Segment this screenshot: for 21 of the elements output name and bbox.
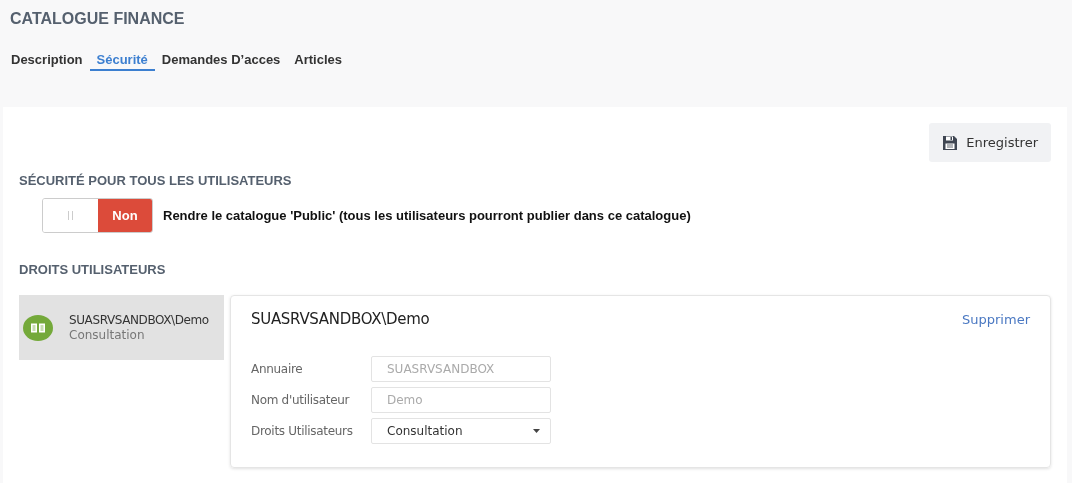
- field-label: Annuaire: [251, 362, 304, 376]
- tab[interactable]: Demandes D’acces: [154, 49, 288, 71]
- rights-dropdown[interactable]: Consultation: [371, 418, 551, 444]
- toggle-description: Rendre le catalogue 'Public' (tous les utilisateurs pourront publier dans ce catalogue): [163, 208, 691, 223]
- catalogue-title: CATALOGUE FINANCE: [10, 10, 186, 28]
- tab[interactable]: Articles: [287, 49, 350, 71]
- caret-icon: [533, 429, 540, 433]
- user-list-item[interactable]: SUASRVSANDBOX\Demo Consultation: [19, 295, 224, 360]
- public-toggle[interactable]: Non: [42, 198, 153, 233]
- book-icon: [23, 312, 53, 343]
- tab[interactable]: Description: [4, 49, 90, 71]
- delete-link[interactable]: Supprimer: [962, 311, 1030, 327]
- section-heading: SÉCURITÉ POUR TOUS LES UTILISATEURS: [19, 173, 293, 188]
- user-title: SUASRVSANDBOX\Demo: [251, 310, 430, 328]
- field-label: Nom d'utilisateur: [251, 393, 351, 407]
- section-heading: DROITS UTILISATEURS: [19, 262, 167, 277]
- user-role: Consultation: [69, 328, 146, 342]
- tab[interactable]: Sécurité: [89, 49, 155, 71]
- save-button[interactable]: Enregistrer: [929, 123, 1051, 162]
- user-name: SUASRVSANDBOX\Demo: [69, 313, 209, 327]
- field-label: Droits Utilisateurs: [251, 424, 354, 438]
